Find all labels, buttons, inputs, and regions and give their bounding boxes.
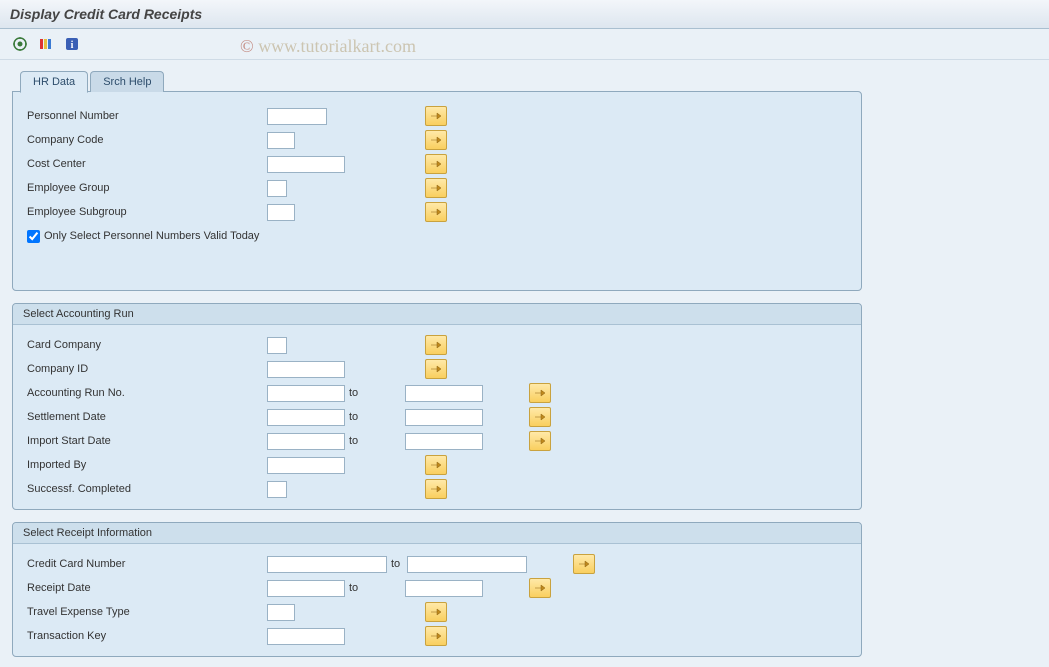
- watermark: © www.tutorialkart.com: [240, 36, 416, 57]
- cost-center-multi-select[interactable]: [425, 154, 447, 174]
- credit-card-number-label: Credit Card Number: [27, 558, 267, 570]
- accounting-group: Select Accounting Run Card Company Compa…: [12, 303, 862, 510]
- receipt-date-multi-select[interactable]: [529, 578, 551, 598]
- card-company-multi-select[interactable]: [425, 335, 447, 355]
- success-completed-multi-select[interactable]: [425, 479, 447, 499]
- accounting-run-no-label: Accounting Run No.: [27, 387, 267, 399]
- transaction-key-input[interactable]: [267, 628, 345, 645]
- settlement-date-to-input[interactable]: [405, 409, 483, 426]
- company-id-input[interactable]: [267, 361, 345, 378]
- only-valid-today-checkbox[interactable]: [27, 230, 40, 243]
- transaction-key-multi-select[interactable]: [425, 626, 447, 646]
- info-icon[interactable]: i: [62, 35, 82, 53]
- employee-group-label: Employee Group: [27, 182, 267, 194]
- employee-group-multi-select[interactable]: [425, 178, 447, 198]
- travel-expense-type-input[interactable]: [267, 604, 295, 621]
- imported-by-input[interactable]: [267, 457, 345, 474]
- to-label: to: [345, 411, 405, 423]
- variant-icon[interactable]: [36, 35, 56, 53]
- employee-group-input[interactable]: [267, 180, 287, 197]
- hr-data-panel: Personnel Number Company Code Cost Cente…: [12, 91, 862, 291]
- svg-text:i: i: [71, 40, 74, 51]
- employee-subgroup-input[interactable]: [267, 204, 295, 221]
- success-completed-label: Successf. Completed: [27, 483, 267, 495]
- receipt-date-to-input[interactable]: [405, 580, 483, 597]
- card-company-input[interactable]: [267, 337, 287, 354]
- receipt-date-from-input[interactable]: [267, 580, 345, 597]
- travel-expense-type-label: Travel Expense Type: [27, 606, 267, 618]
- to-label: to: [387, 558, 407, 570]
- personnel-number-label: Personnel Number: [27, 110, 267, 122]
- import-start-date-label: Import Start Date: [27, 435, 267, 447]
- company-code-multi-select[interactable]: [425, 130, 447, 150]
- personnel-number-input[interactable]: [267, 108, 327, 125]
- card-company-label: Card Company: [27, 339, 267, 351]
- only-valid-today-label: Only Select Personnel Numbers Valid Toda…: [44, 230, 259, 242]
- to-label: to: [345, 387, 405, 399]
- success-completed-input[interactable]: [267, 481, 287, 498]
- company-id-label: Company ID: [27, 363, 267, 375]
- accounting-run-no-from-input[interactable]: [267, 385, 345, 402]
- cost-center-label: Cost Center: [27, 158, 267, 170]
- execute-icon[interactable]: [10, 35, 30, 53]
- toolbar: i: [0, 29, 1049, 60]
- employee-subgroup-label: Employee Subgroup: [27, 206, 267, 218]
- receipt-group: Select Receipt Information Credit Card N…: [12, 522, 862, 657]
- page-title: Display Credit Card Receipts: [0, 0, 1049, 29]
- accounting-run-no-to-input[interactable]: [405, 385, 483, 402]
- content-area: HR Data Srch Help Personnel Number Compa…: [0, 60, 1049, 667]
- settlement-date-multi-select[interactable]: [529, 407, 551, 427]
- import-start-date-to-input[interactable]: [405, 433, 483, 450]
- import-start-date-multi-select[interactable]: [529, 431, 551, 451]
- travel-expense-type-multi-select[interactable]: [425, 602, 447, 622]
- imported-by-multi-select[interactable]: [425, 455, 447, 475]
- company-code-label: Company Code: [27, 134, 267, 146]
- imported-by-label: Imported By: [27, 459, 267, 471]
- settlement-date-from-input[interactable]: [267, 409, 345, 426]
- company-id-multi-select[interactable]: [425, 359, 447, 379]
- settlement-date-label: Settlement Date: [27, 411, 267, 423]
- to-label: to: [345, 435, 405, 447]
- tabstrip: HR Data Srch Help: [12, 70, 1037, 92]
- to-label: to: [345, 582, 405, 594]
- employee-subgroup-multi-select[interactable]: [425, 202, 447, 222]
- credit-card-number-to-input[interactable]: [407, 556, 527, 573]
- accounting-run-no-multi-select[interactable]: [529, 383, 551, 403]
- transaction-key-label: Transaction Key: [27, 630, 267, 642]
- import-start-date-from-input[interactable]: [267, 433, 345, 450]
- receipt-date-label: Receipt Date: [27, 582, 267, 594]
- cost-center-input[interactable]: [267, 156, 345, 173]
- tab-hr-data[interactable]: HR Data: [20, 71, 88, 93]
- company-code-input[interactable]: [267, 132, 295, 149]
- accounting-group-title: Select Accounting Run: [13, 304, 861, 325]
- tab-srch-help[interactable]: Srch Help: [90, 71, 164, 92]
- personnel-number-multi-select[interactable]: [425, 106, 447, 126]
- credit-card-number-multi-select[interactable]: [573, 554, 595, 574]
- receipt-group-title: Select Receipt Information: [13, 523, 861, 544]
- credit-card-number-from-input[interactable]: [267, 556, 387, 573]
